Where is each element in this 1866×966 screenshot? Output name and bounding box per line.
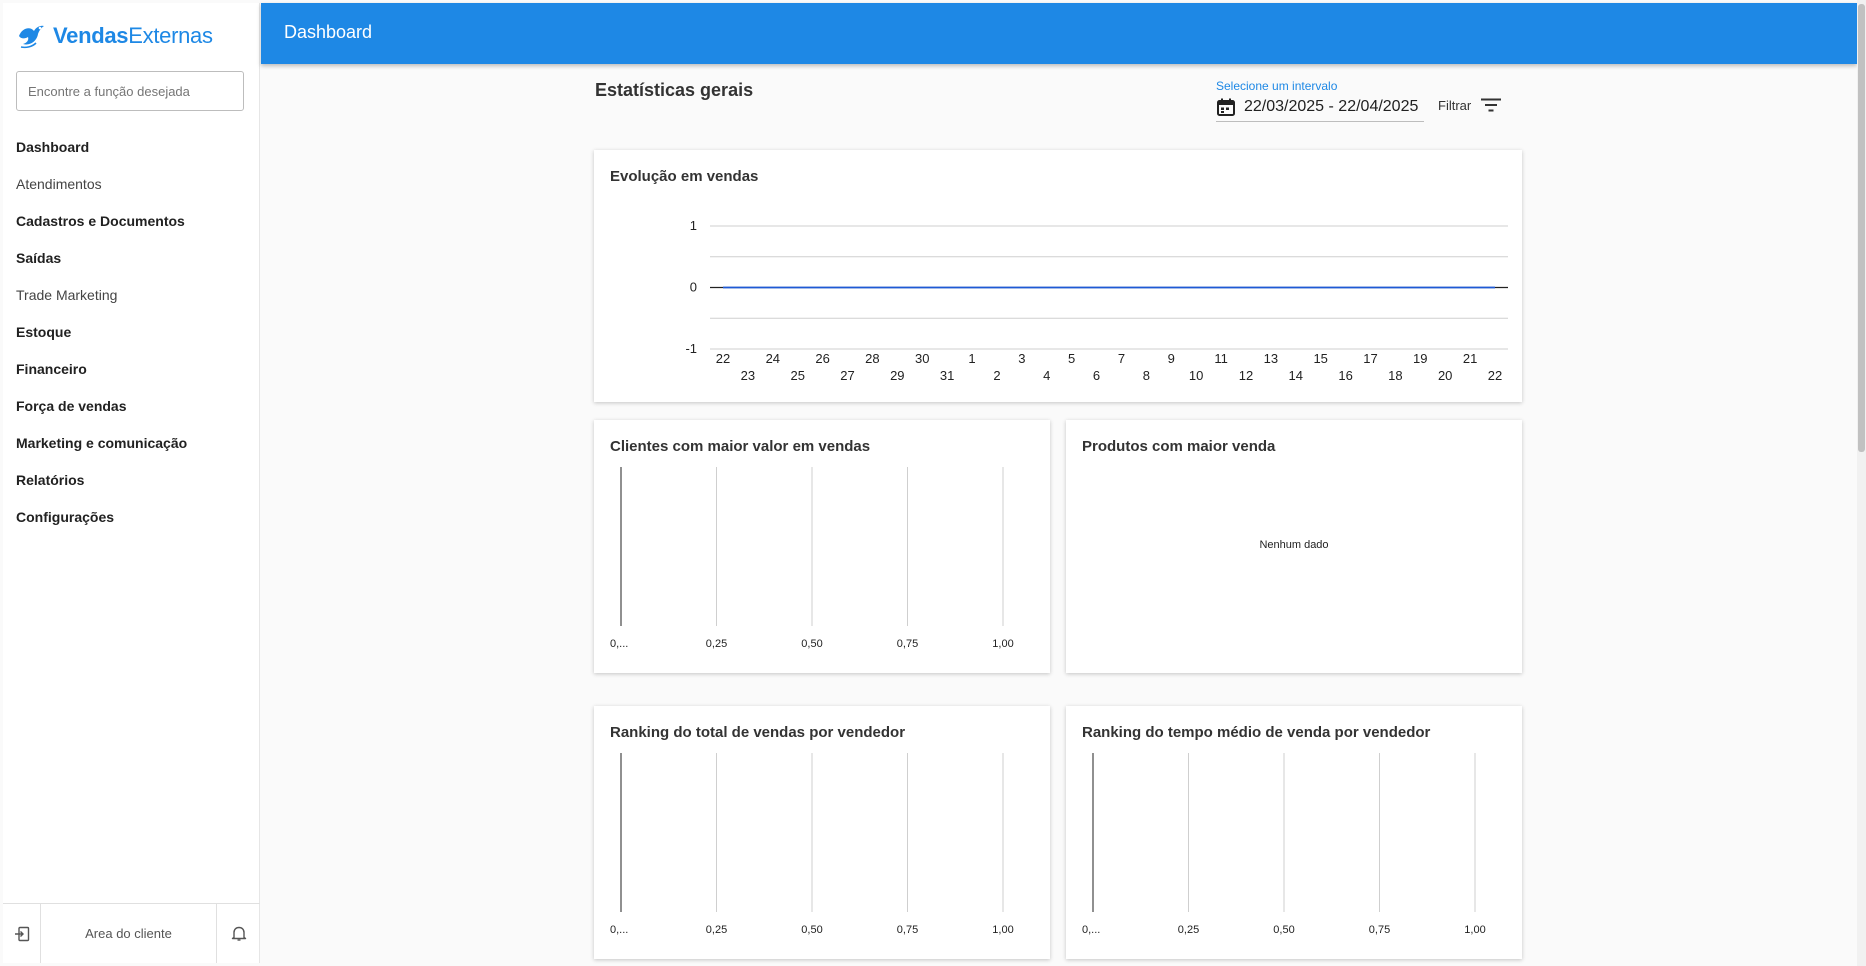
sidebar-item-estoque[interactable]: Estoque	[3, 313, 260, 350]
brand-logo[interactable]: VendasExternas	[16, 21, 213, 51]
sidebar-item-trade-marketing[interactable]: Trade Marketing	[3, 276, 260, 313]
x-tick-label: 3	[1018, 351, 1025, 366]
y-tick-label: 0	[690, 280, 697, 295]
top-clients-chart: 0,... 0,25 0,50 0,75 1,00	[610, 467, 1014, 650]
x-tick-label: 27	[840, 368, 854, 383]
x-tick-label: 0,75	[1369, 924, 1390, 936]
x-tick-label: 20	[1438, 368, 1452, 383]
sidebar-menu: Dashboard Atendimentos Cadastros e Documen…	[3, 128, 260, 535]
x-tick-label: 1,00	[1464, 924, 1485, 936]
sales-ranking-chart: 0,... 0,25 0,50 0,75 1,00	[610, 753, 1014, 936]
brand-name-regular: Externas	[128, 23, 213, 48]
sidebar-item-dashboard[interactable]: Dashboard	[3, 128, 260, 165]
x-tick-label: 0,...	[1082, 924, 1100, 936]
brand-name-bold: Vendas	[53, 23, 129, 48]
x-tick-label: 22	[1488, 368, 1502, 383]
function-search-input[interactable]	[17, 72, 243, 110]
page-title: Dashboard	[284, 22, 373, 42]
x-tick-label: 16	[1338, 368, 1352, 383]
sidebar-item-cadastros-e-documentos[interactable]: Cadastros e Documentos	[3, 202, 260, 239]
x-tick-label: 14	[1289, 368, 1303, 383]
sidebar-item-saidas[interactable]: Saídas	[3, 239, 260, 276]
x-tick-label: 22	[716, 351, 730, 366]
y-tick-label: 1	[690, 218, 697, 233]
x-tick-label: 31	[940, 368, 954, 383]
function-search-field[interactable]	[16, 71, 244, 111]
scrollbar-thumb[interactable]	[1858, 4, 1865, 452]
filter-label: Filtrar	[1438, 97, 1472, 113]
x-tick-label: 19	[1413, 351, 1427, 366]
x-tick-label: 4	[1043, 368, 1050, 383]
x-tick-label: 29	[890, 368, 904, 383]
section-title: Estatísticas gerais	[595, 80, 754, 100]
logout-icon	[14, 926, 29, 941]
sidebar-item-financeiro[interactable]: Financeiro	[3, 350, 260, 387]
top-app-bar: Dashboard	[261, 3, 1857, 64]
y-tick-label: -1	[685, 341, 697, 356]
x-tick-label: 10	[1189, 368, 1203, 383]
date-range-label: Selecione um intervalo	[1216, 79, 1338, 93]
x-tick-label: 0,25	[706, 924, 727, 936]
x-tick-label: 5	[1068, 351, 1075, 366]
x-tick-label: 30	[915, 351, 929, 366]
x-tick-label: 8	[1143, 368, 1150, 383]
x-tick-label: 0,...	[610, 924, 628, 936]
x-tick-label: 28	[865, 351, 879, 366]
sales-evolution-chart: 10-1222324252627282930311234567891011121…	[685, 218, 1508, 383]
x-tick-label: 13	[1264, 351, 1278, 366]
filter-icon	[1481, 98, 1502, 112]
x-tick-label: 1,00	[992, 638, 1013, 650]
chart-card-sales-ranking: Ranking do total de vendas por vendedor …	[594, 706, 1050, 959]
x-tick-label: 11	[1214, 351, 1228, 366]
chart-card-top-products: Produtos com maior venda Nenhum dado	[1066, 420, 1522, 673]
sidebar-item-atendimentos[interactable]: Atendimentos	[3, 165, 260, 202]
x-tick-label: 24	[766, 351, 780, 366]
x-tick-label: 15	[1313, 351, 1327, 366]
client-area-link[interactable]: Area do cliente	[41, 904, 217, 963]
x-tick-label: 1,00	[992, 924, 1013, 936]
filter-button[interactable]: Filtrar	[1438, 93, 1502, 117]
x-tick-label: 0,50	[1273, 924, 1294, 936]
x-tick-label: 0,25	[1178, 924, 1199, 936]
x-tick-label: 26	[815, 351, 829, 366]
x-tick-label: 7	[1118, 351, 1125, 366]
x-tick-label: 9	[1168, 351, 1175, 366]
bell-icon	[231, 926, 246, 941]
date-range-picker[interactable]: Selecione um intervalo 22/03/2025 - 22/0…	[1216, 78, 1424, 122]
notifications-button[interactable]	[217, 904, 260, 963]
x-tick-label: 0,75	[897, 924, 918, 936]
x-tick-label: 2	[993, 368, 1000, 383]
sidebar-item-relatorios[interactable]: Relatórios	[3, 461, 260, 498]
empty-chart-message: Nenhum dado	[1259, 539, 1329, 551]
bird-logo-icon	[19, 25, 44, 49]
calendar-icon[interactable]	[1216, 97, 1236, 117]
logout-button[interactable]	[3, 904, 41, 963]
sidebar-item-forca-de-vendas[interactable]: Força de vendas	[3, 387, 260, 424]
x-tick-label: 21	[1463, 351, 1477, 366]
x-tick-label: 0,50	[801, 638, 822, 650]
chart-card-sales-evolution: Evolução em vendas 1 0 -1 22 23 24 25 26 27 28 29 3…	[594, 150, 1522, 402]
x-tick-label: 17	[1363, 351, 1377, 366]
page-scrollbar[interactable]	[1857, 0, 1866, 966]
x-tick-label: 18	[1388, 368, 1402, 383]
x-tick-label: 12	[1239, 368, 1253, 383]
date-range-value: 22/03/2025 - 22/04/2025	[1244, 98, 1419, 115]
sidebar-footer: Area do cliente	[3, 903, 260, 963]
x-tick-label: 1	[968, 351, 975, 366]
x-tick-label: 25	[790, 368, 804, 383]
sidebar: VendasExternas DashboardAtendimentosCada…	[3, 3, 260, 963]
x-tick-label: 0,25	[706, 638, 727, 650]
x-tick-label: 0,...	[610, 638, 628, 650]
x-tick-label: 0,75	[897, 638, 918, 650]
x-tick-label: 23	[741, 368, 755, 383]
x-tick-label: 6	[1093, 368, 1100, 383]
sidebar-item-marketing-e-comunicacao[interactable]: Marketing e comunicação	[3, 424, 260, 461]
sidebar-item-configuracoes[interactable]: Configurações	[3, 498, 260, 535]
chart-card-time-ranking: Ranking do tempo médio de venda por vend…	[1066, 706, 1522, 959]
chart-title: Produtos com maior venda	[1082, 438, 1276, 455]
time-ranking-chart: 0,... 0,25 0,50 0,75 1,00	[1082, 753, 1486, 936]
chart-card-top-clients: Clientes com maior valor em vendas 0,...…	[594, 420, 1050, 673]
x-tick-label: 0,50	[801, 924, 822, 936]
